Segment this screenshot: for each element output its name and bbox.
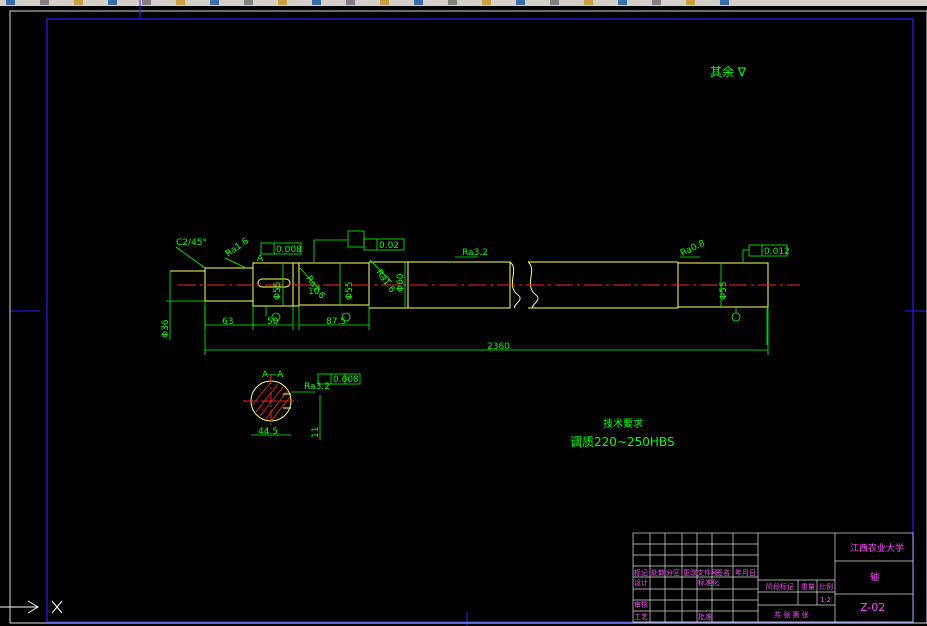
gdt-value-c: 0.012: [764, 247, 790, 257]
check-label-1: 工艺: [634, 613, 648, 621]
surface-finish-note: 其余 ∇: [710, 64, 747, 79]
row-label-5: 年月日: [735, 568, 756, 577]
chamfer-label: C2/45°: [176, 238, 207, 248]
roughness-label-ra08: Ra0.8: [679, 239, 707, 259]
gdt-value-b: 0.02: [379, 241, 399, 251]
row-label-3: 更改文件号: [683, 568, 718, 577]
university-name: 江西农业大学: [850, 542, 904, 554]
dim-phi55-a: Φ55: [273, 281, 283, 300]
row-label-1: 处数: [651, 568, 665, 577]
dim-50: 50: [267, 317, 279, 327]
dim-10: 10: [308, 287, 320, 297]
title-block-text: 标记 处数 分区 更改文件号 签名 年月日 设计 标准化 审核 工艺 批准 阶段…: [634, 542, 904, 621]
dim-phi60: Φ60: [396, 273, 406, 292]
stage-label-2: 比例: [819, 582, 833, 591]
drawing-number: Z-02: [860, 601, 885, 614]
tech-requirements-title: 技术要求: [603, 417, 643, 430]
dim-phi55-b: Φ55: [345, 281, 355, 300]
dim-63: 63: [222, 317, 233, 327]
row-label-4: 签名: [716, 568, 730, 577]
check-label-0: 审核: [634, 600, 648, 609]
tech-requirements-text: 调质220~250HBS: [570, 435, 675, 449]
dim-phi36: Φ36: [161, 319, 171, 338]
gdt-value-d: 0.008: [333, 375, 359, 385]
sheet-info: 共 张 第 张: [774, 610, 809, 619]
row-label-2: 分区: [666, 568, 680, 577]
ucs-icon: [0, 600, 63, 614]
stage-label-1: 重量: [801, 583, 815, 591]
drawing-canvas[interactable]: 其余 ∇ C2/45° Ra1.6 A Ra1.6 Ra1.6 Ra3.2 Ra…: [0, 0, 927, 626]
dim-phi55-c: Φ55: [719, 281, 729, 300]
datum-a-label: A: [257, 254, 264, 264]
section-dim-a: 44.5: [258, 427, 278, 437]
check-label-2: 批准: [698, 612, 712, 621]
roughness-label-3: Ra1.6: [374, 268, 397, 295]
section-roughness: Ra3.2: [304, 382, 330, 392]
roughness-label-1: Ra1.6: [224, 236, 251, 259]
scale-value: 1:2: [820, 596, 831, 604]
section-label: A—A: [262, 370, 284, 380]
drawing-frame: [46, 18, 914, 623]
sheet-border: [9, 10, 927, 624]
section-dim-b: 11: [311, 427, 321, 438]
design-label-1: 标准化: [698, 578, 719, 587]
stage-label-0: 阶段标记: [766, 582, 794, 591]
dim-2360: 2360: [487, 342, 510, 352]
part-name: 轴: [870, 571, 879, 583]
roughness-label-ra32: Ra3.2: [462, 248, 488, 258]
row-label-0: 标记: [634, 568, 648, 577]
gdt-value-a: 0.008: [276, 245, 302, 255]
design-label-0: 设计: [634, 578, 648, 587]
dim-875: 87.5: [326, 317, 346, 327]
